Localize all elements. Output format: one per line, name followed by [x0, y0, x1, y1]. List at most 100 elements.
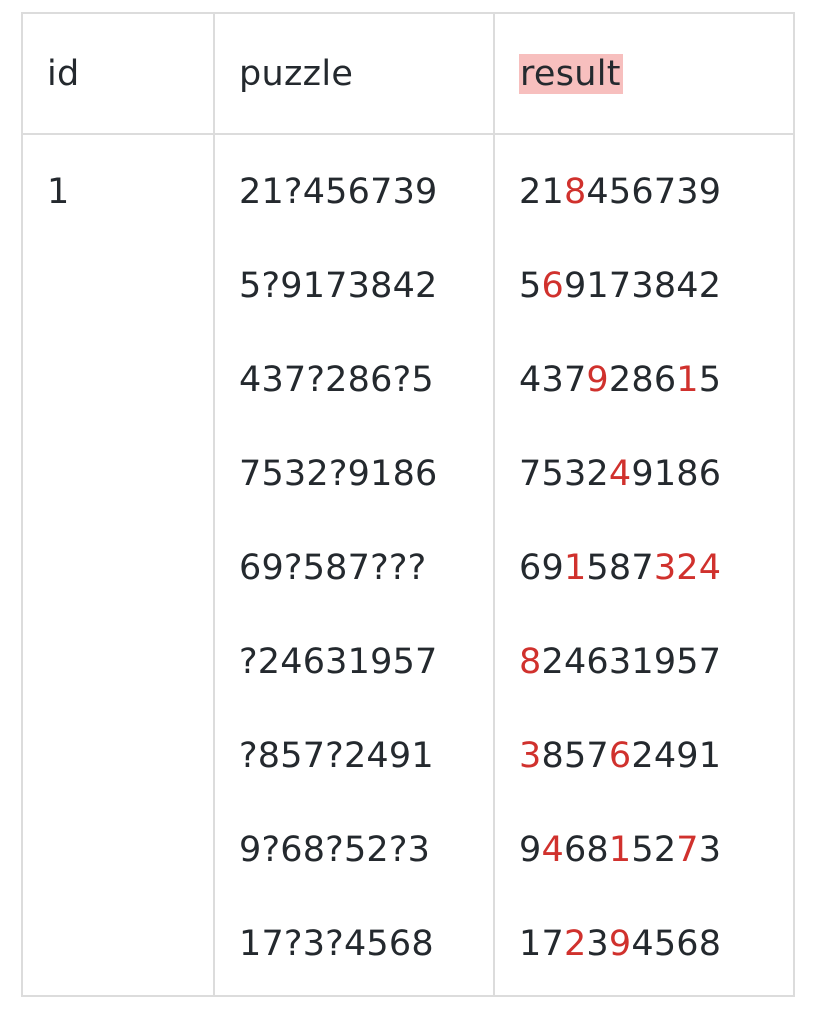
filled-digit: 2	[563, 924, 587, 964]
filled-digit: 4	[541, 830, 564, 870]
given-digit: 4	[631, 924, 654, 964]
header-row: id puzzle result	[21, 12, 795, 135]
result-line: 753249186	[519, 427, 793, 521]
filled-digit: 6	[541, 266, 564, 306]
given-digit: 6	[631, 172, 654, 212]
given-digit: 3	[541, 360, 564, 400]
given-digit: 7	[631, 548, 654, 588]
cell-puzzle: 21?456739 5?9173842 437?286?5 7532?9186 69?5…	[213, 133, 495, 997]
result-line: 218456739	[519, 145, 793, 239]
given-digit: 1	[519, 924, 542, 964]
result-line: 946815273	[519, 803, 793, 897]
given-digit: 9	[653, 642, 677, 682]
filled-digit: 9	[586, 360, 609, 400]
puzzle-line: 437?286?5	[239, 360, 434, 400]
given-digit: 1	[653, 454, 677, 494]
puzzle-line: 9?68?52?3	[239, 830, 431, 870]
given-digit: 8	[586, 830, 609, 870]
result-line: 824631957	[519, 615, 793, 709]
given-digit: 7	[519, 454, 542, 494]
sudoku-table: id puzzle result 1 21?456739 5?9173842 437…	[21, 12, 795, 997]
given-digit: 8	[676, 454, 699, 494]
filled-digit: 7	[676, 830, 699, 870]
result-line: 437928615	[519, 333, 793, 427]
given-digit: 2	[653, 830, 677, 870]
filled-digit: 6	[608, 736, 632, 776]
given-digit: 7	[653, 172, 677, 212]
given-digit: 2	[631, 736, 654, 776]
given-digit: 3	[608, 642, 632, 682]
filled-digit: 8	[563, 172, 587, 212]
filled-digit: 3	[653, 548, 677, 588]
given-digit: 3	[586, 924, 609, 964]
given-digit: 3	[563, 454, 587, 494]
puzzle-line: 17?3?4568	[239, 924, 434, 964]
given-digit: 7	[563, 360, 587, 400]
puzzle-line: 69?587???	[239, 548, 427, 588]
given-digit: 9	[563, 266, 587, 306]
puzzle-line: ?857?2491	[239, 736, 434, 776]
given-digit: 7	[608, 266, 632, 306]
given-digit: 8	[608, 548, 632, 588]
given-digit: 6	[676, 924, 699, 964]
filled-digit: 4	[698, 548, 722, 588]
given-digit: 5	[586, 548, 609, 588]
puzzle-lines: 21?456739 5?9173842 437?286?5 7532?9186 69?5…	[239, 145, 493, 991]
given-digit: 6	[653, 360, 677, 400]
filled-digit: 2	[676, 548, 699, 588]
given-digit: 4	[519, 360, 542, 400]
given-digit: 6	[563, 830, 587, 870]
given-digit: 1	[698, 736, 722, 776]
filled-digit: 1	[608, 830, 632, 870]
given-digit: 2	[608, 360, 632, 400]
row-id: 1	[47, 172, 70, 212]
given-digit: 5	[631, 830, 654, 870]
header-id: id	[21, 12, 215, 135]
table-container: id puzzle result 1 21?456739 5?9173842 437…	[21, 12, 795, 997]
given-digit: 5	[563, 736, 587, 776]
given-digit: 5	[676, 642, 699, 682]
puzzle-line: 7532?9186	[239, 454, 438, 494]
given-digit: 6	[698, 454, 722, 494]
header-puzzle: puzzle	[213, 12, 495, 135]
given-digit: 8	[541, 736, 564, 776]
given-digit: 9	[698, 172, 722, 212]
given-digit: 1	[541, 172, 564, 212]
given-digit: 4	[586, 172, 609, 212]
given-digit: 2	[541, 642, 564, 682]
given-digit: 2	[586, 454, 609, 494]
given-digit: 8	[698, 924, 722, 964]
filled-digit: 1	[676, 360, 699, 400]
filled-digit: 4	[608, 454, 632, 494]
given-digit: 4	[676, 266, 699, 306]
given-digit: 3	[631, 266, 654, 306]
filled-digit: 3	[519, 736, 542, 776]
given-digit: 9	[631, 454, 654, 494]
cell-result: 218456739 569173842 437928615 753249186 6915…	[493, 133, 795, 997]
given-digit: 6	[586, 642, 609, 682]
given-digit: 5	[698, 360, 722, 400]
given-digit: 8	[653, 266, 677, 306]
highlighted-header-text: result	[519, 53, 623, 94]
given-digit: 9	[541, 548, 564, 588]
given-digit: 1	[631, 642, 654, 682]
filled-digit: 9	[608, 924, 632, 964]
puzzle-line: 5?9173842	[239, 266, 438, 306]
given-digit: 2	[519, 172, 542, 212]
given-digit: 5	[653, 924, 677, 964]
puzzle-line: ?24631957	[239, 642, 438, 682]
given-digit: 7	[586, 736, 609, 776]
given-digit: 4	[653, 736, 677, 776]
given-digit: 9	[676, 736, 699, 776]
table-row: 1 21?456739 5?9173842 437?286?5 7532?9186 69…	[21, 133, 795, 997]
given-digit: 5	[541, 454, 564, 494]
puzzle-line: 21?456739	[239, 172, 438, 212]
result-line: 691587324	[519, 521, 793, 615]
given-digit: 2	[698, 266, 722, 306]
given-digit: 7	[698, 642, 722, 682]
result-lines: 218456739 569173842 437928615 753249186 6915…	[519, 145, 793, 991]
given-digit: 6	[519, 548, 542, 588]
given-digit: 5	[519, 266, 542, 306]
given-digit: 7	[541, 924, 564, 964]
cell-id: 1	[21, 133, 215, 997]
